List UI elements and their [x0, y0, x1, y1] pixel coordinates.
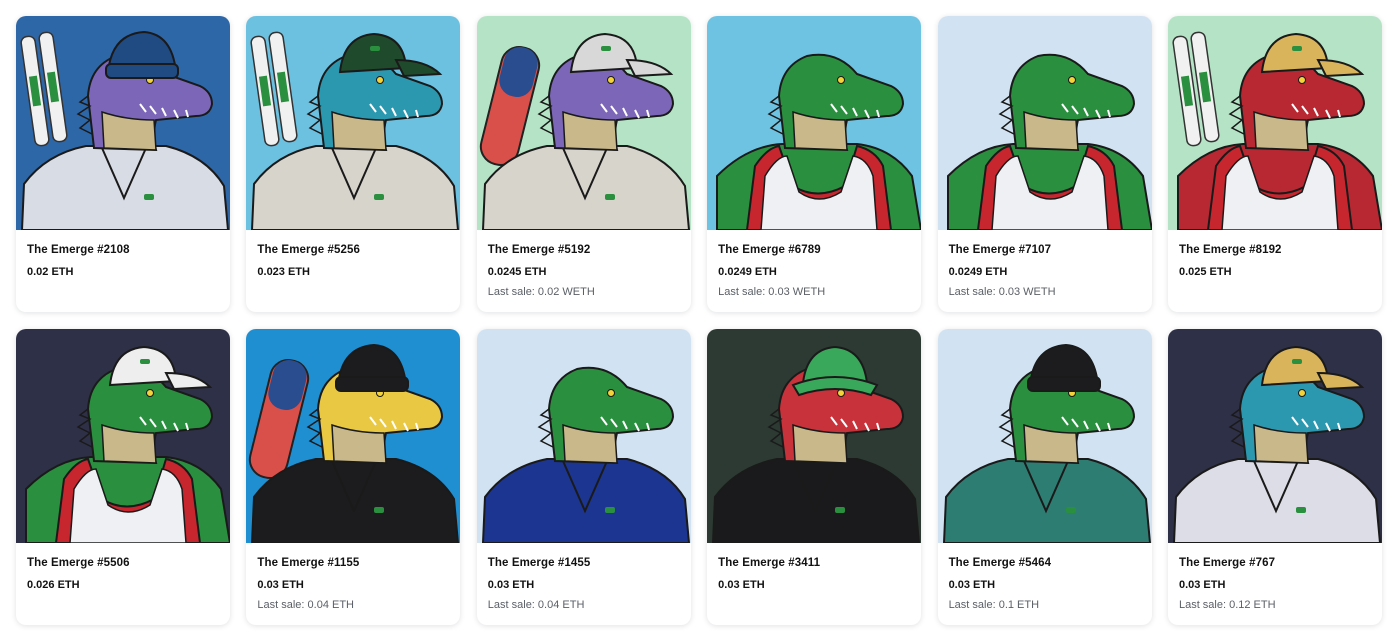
nft-price: 0.02 ETH [27, 266, 74, 278]
nft-name[interactable]: The Emerge #767 [1179, 555, 1371, 571]
nft-last-sale: Last sale: 0.04 ETH [487, 599, 585, 611]
nft-card[interactable]: The Emerge #3411 0.03 ETH [707, 329, 922, 625]
nft-info: The Emerge #767 0.03 ETH Last sale: 0.12 E… [1168, 543, 1382, 613]
nft-image[interactable] [476, 16, 691, 230]
nft-info: The Emerge #1455 0.03 ETH Last sale: 0.04 … [477, 543, 691, 613]
nft-card[interactable]: The Emerge #7107 0.0249 ETH Last sale: 0.0… [937, 16, 1152, 312]
nft-info: The Emerge #5256 0.023 ETH [246, 230, 460, 300]
nft-image[interactable] [246, 16, 461, 230]
nft-card[interactable]: The Emerge #5506 0.026 ETH [16, 329, 230, 625]
nft-name[interactable]: The Emerge #5192 [488, 242, 680, 258]
nft-last-sale: Last sale: 0.1 ETH [948, 599, 1040, 611]
nft-price: 0.026 ETH [27, 579, 80, 591]
nft-price: 0.023 ETH [257, 266, 310, 278]
nft-last-sale [257, 284, 449, 300]
nft-info: The Emerge #7107 0.0249 ETH Last sale: 0.0… [938, 230, 1152, 300]
nft-image[interactable] [16, 16, 230, 230]
nft-last-sale [27, 597, 219, 613]
nft-price: 0.0249 ETH [948, 266, 1008, 278]
nft-price: 0.03 ETH [948, 579, 996, 591]
nft-image[interactable] [16, 329, 230, 543]
nft-name[interactable]: The Emerge #5506 [27, 555, 219, 571]
nft-card[interactable]: The Emerge #5464 0.03 ETH Last sale: 0.1 E… [937, 329, 1152, 625]
nft-last-sale [27, 284, 219, 300]
nft-card[interactable]: The Emerge #6789 0.0249 ETH Last sale: 0.0… [707, 16, 922, 312]
nft-info: The Emerge #5464 0.03 ETH Last sale: 0.1 E… [938, 543, 1152, 613]
nft-name[interactable]: The Emerge #3411 [718, 555, 910, 571]
nft-name[interactable]: The Emerge #5256 [257, 242, 449, 258]
nft-info: The Emerge #1155 0.03 ETH Last sale: 0.04 … [246, 543, 460, 613]
nft-price: 0.03 ETH [718, 579, 765, 591]
nft-image[interactable] [476, 329, 691, 543]
nft-card[interactable]: The Emerge #1155 0.03 ETH Last sale: 0.04 … [246, 329, 461, 625]
nft-price: 0.03 ETH [1178, 579, 1226, 591]
nft-info: The Emerge #8192 0.025 ETH [1168, 230, 1382, 300]
nft-last-sale [718, 597, 910, 613]
nft-last-sale: Last sale: 0.02 WETH [487, 286, 595, 298]
nft-card[interactable]: The Emerge #5192 0.0245 ETH Last sale: 0.0… [476, 16, 691, 312]
nft-info: The Emerge #2108 0.02 ETH [16, 230, 230, 300]
nft-name[interactable]: The Emerge #2108 [27, 242, 219, 258]
nft-card[interactable]: The Emerge #1455 0.03 ETH Last sale: 0.04 … [476, 329, 691, 625]
nft-info: The Emerge #3411 0.03 ETH [707, 543, 921, 613]
nft-last-sale: Last sale: 0.04 ETH [257, 599, 354, 611]
nft-image[interactable] [1167, 329, 1382, 543]
nft-price: 0.0245 ETH [487, 266, 547, 278]
nft-name[interactable]: The Emerge #8192 [1179, 242, 1371, 258]
nft-price: 0.0249 ETH [718, 266, 777, 278]
nft-last-sale: Last sale: 0.12 ETH [1178, 599, 1276, 611]
nft-card[interactable]: The Emerge #8192 0.025 ETH [1167, 16, 1382, 312]
nft-image[interactable] [1167, 16, 1382, 230]
nft-card[interactable]: The Emerge #2108 0.02 ETH [16, 16, 230, 312]
nft-name[interactable]: The Emerge #6789 [718, 242, 910, 258]
nft-name[interactable]: The Emerge #5464 [949, 555, 1141, 571]
nft-image[interactable] [937, 16, 1152, 230]
nft-name[interactable]: The Emerge #1155 [257, 555, 449, 571]
nft-info: The Emerge #6789 0.0249 ETH Last sale: 0.0… [707, 230, 921, 300]
nft-image[interactable] [246, 329, 461, 543]
nft-price: 0.025 ETH [1178, 266, 1232, 278]
nft-last-sale: Last sale: 0.03 WETH [948, 286, 1056, 298]
nft-price: 0.03 ETH [257, 579, 304, 591]
nft-card[interactable]: The Emerge #767 0.03 ETH Last sale: 0.12 E… [1167, 329, 1382, 625]
nft-image[interactable] [707, 16, 922, 230]
nft-info: The Emerge #5192 0.0245 ETH Last sale: 0.0… [477, 230, 691, 300]
nft-image[interactable] [707, 329, 922, 543]
nft-name[interactable]: The Emerge #1455 [488, 555, 680, 571]
nft-grid: The Emerge #2108 0.02 ETH The Emerge #5256… [16, 16, 1382, 625]
nft-last-sale: Last sale: 0.03 WETH [718, 286, 826, 298]
nft-last-sale [1179, 284, 1371, 300]
nft-info: The Emerge #5506 0.026 ETH [16, 543, 230, 613]
nft-image[interactable] [937, 329, 1152, 543]
nft-price: 0.03 ETH [487, 579, 535, 591]
nft-name[interactable]: The Emerge #7107 [949, 242, 1141, 258]
nft-card[interactable]: The Emerge #5256 0.023 ETH [246, 16, 461, 312]
